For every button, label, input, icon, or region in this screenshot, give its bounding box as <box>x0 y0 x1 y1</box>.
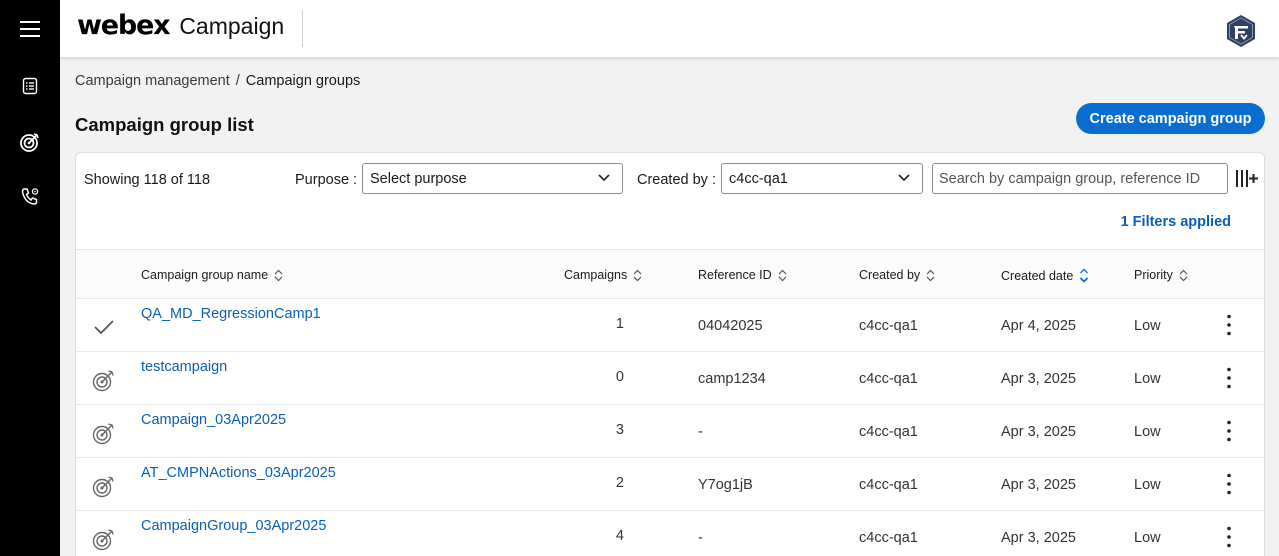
created-date: Apr 3, 2025 <box>1001 477 1076 493</box>
table-row[interactable]: testcampaign 0 camp1234 c4cc-qa1 Apr 3, … <box>76 352 1264 405</box>
campaigns-count: 2 <box>615 475 624 491</box>
column-header-label: Created date <box>1001 268 1074 283</box>
table-row[interactable]: Campaign_03Apr2025 3 - c4cc-qa1 Apr 3, 2… <box>76 405 1264 458</box>
created-by-select-value: c4cc-qa1 <box>729 171 788 187</box>
column-header-label: Priority <box>1134 268 1173 282</box>
more-options-icon[interactable] <box>1219 366 1239 390</box>
column-header-label: Campaigns <box>564 268 628 282</box>
target-icon <box>92 529 114 551</box>
sort-icon <box>926 269 935 281</box>
campaigns-count: 1 <box>615 316 624 332</box>
list-icon <box>22 77 38 95</box>
campaigns-count: 3 <box>615 422 624 438</box>
purpose-label: Purpose : <box>295 172 358 188</box>
reference-id: - <box>698 424 703 440</box>
table-row[interactable]: AT_CMPNActions_03Apr2025 2 Y7og1jB c4cc-… <box>76 458 1264 511</box>
column-settings-icon[interactable] <box>1234 167 1258 191</box>
search-input[interactable] <box>932 163 1228 194</box>
priority: Low <box>1134 424 1161 440</box>
sort-icon <box>274 269 283 281</box>
product-name: Campaign <box>179 13 285 39</box>
filters-applied-link[interactable]: 1 Filters applied <box>1121 214 1231 230</box>
campaign-group-name-link[interactable]: QA_MD_RegressionCamp1 <box>141 306 321 322</box>
left-nav <box>0 0 60 556</box>
created-date: Apr 3, 2025 <box>1001 424 1076 440</box>
column-header-created-date[interactable]: Created date <box>1001 268 1089 283</box>
target-icon <box>92 423 114 445</box>
nav-item-dialer[interactable] <box>0 177 60 217</box>
nav-item-list[interactable] <box>0 66 60 106</box>
breadcrumb-separator: / <box>235 73 240 89</box>
column-header-campaigns[interactable]: Campaigns <box>564 268 642 282</box>
created-by: c4cc-qa1 <box>859 477 918 493</box>
header-divider <box>302 10 303 47</box>
create-campaign-group-button[interactable]: Create campaign group <box>1076 103 1265 134</box>
chevron-down-icon <box>598 174 610 182</box>
more-options-icon[interactable] <box>1219 313 1239 337</box>
campaigns-count: 0 <box>615 369 624 385</box>
column-header-created-by[interactable]: Created by <box>859 268 935 282</box>
phone-settings-icon <box>21 188 39 205</box>
column-header-label: Campaign group name <box>141 268 269 282</box>
created-by: c4cc-qa1 <box>859 530 918 546</box>
user-avatar-icon[interactable] <box>1225 14 1257 48</box>
top-bar: webex Campaign <box>60 0 1279 58</box>
priority: Low <box>1134 477 1161 493</box>
more-options-icon[interactable] <box>1219 525 1239 549</box>
created-date: Apr 3, 2025 <box>1001 530 1076 546</box>
created-date: Apr 3, 2025 <box>1001 371 1076 387</box>
campaign-group-name-link[interactable]: Campaign_03Apr2025 <box>141 412 286 428</box>
column-header-priority[interactable]: Priority <box>1134 268 1188 282</box>
sort-icon <box>778 269 787 281</box>
created-by: c4cc-qa1 <box>859 371 918 387</box>
purpose-select-value: Select purpose <box>370 171 467 187</box>
campaign-group-name-link[interactable]: AT_CMPNActions_03Apr2025 <box>141 465 336 481</box>
reference-id: - <box>698 530 703 546</box>
more-options-icon[interactable] <box>1219 419 1239 443</box>
column-header-name[interactable]: Campaign group name <box>141 268 283 282</box>
reference-id: Y7og1jB <box>698 477 753 493</box>
target-icon <box>92 476 114 498</box>
table-row[interactable]: CampaignGroup_03Apr2025 4 - c4cc-qa1 Apr… <box>76 511 1264 556</box>
table-header: Campaign group name Campaigns Reference … <box>76 249 1264 299</box>
check-icon <box>94 320 114 335</box>
sort-icon <box>1179 269 1188 281</box>
nav-item-campaigns[interactable] <box>0 122 60 162</box>
priority: Low <box>1134 371 1161 387</box>
chevron-down-icon <box>898 174 910 182</box>
more-options-icon[interactable] <box>1219 472 1239 496</box>
campaigns-count: 4 <box>615 528 624 544</box>
created-by-label: Created by : <box>637 172 716 188</box>
priority: Low <box>1134 318 1161 334</box>
purpose-select[interactable]: Select purpose <box>362 163 623 194</box>
created-by: c4cc-qa1 <box>859 424 918 440</box>
target-icon <box>20 133 39 152</box>
created-date: Apr 4, 2025 <box>1001 318 1076 334</box>
column-header-reference-id[interactable]: Reference ID <box>698 268 787 282</box>
column-header-label: Created by <box>859 268 921 282</box>
reference-id: camp1234 <box>698 371 766 387</box>
created-by: c4cc-qa1 <box>859 318 918 334</box>
campaign-group-name-link[interactable]: testcampaign <box>141 359 227 375</box>
sort-descending-icon <box>1080 268 1089 283</box>
breadcrumb-parent[interactable]: Campaign management <box>75 73 230 89</box>
target-icon <box>92 370 114 392</box>
campaign-group-table-panel: Showing 118 of 118 Purpose : Select purp… <box>75 152 1265 556</box>
menu-icon <box>20 21 40 37</box>
showing-count: Showing 118 of 118 <box>84 172 211 188</box>
page-title: Campaign group list <box>75 114 254 135</box>
created-by-select[interactable]: c4cc-qa1 <box>721 163 923 194</box>
column-header-label: Reference ID <box>698 268 772 282</box>
reference-id: 04042025 <box>698 318 763 334</box>
campaign-group-name-link[interactable]: CampaignGroup_03Apr2025 <box>141 518 326 534</box>
brand-logo: webex Campaign <box>77 10 284 41</box>
table-row[interactable]: QA_MD_RegressionCamp1 1 04042025 c4cc-qa… <box>76 299 1264 352</box>
priority: Low <box>1134 530 1161 546</box>
sort-icon <box>633 269 642 281</box>
brand-name: webex <box>77 10 171 41</box>
breadcrumb: Campaign management / Campaign groups <box>75 73 360 89</box>
breadcrumb-current: Campaign groups <box>245 73 361 89</box>
menu-button[interactable] <box>0 9 60 49</box>
